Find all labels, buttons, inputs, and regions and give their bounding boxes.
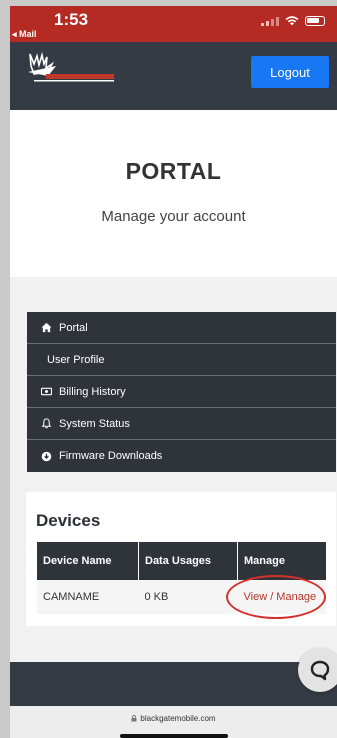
wifi-icon <box>285 16 299 26</box>
bell-icon <box>41 418 52 429</box>
phone-screen: 1:53 ◂ Mail Logout PORTAL Manage your ac… <box>10 6 337 738</box>
browser-url-bar[interactable]: blackgatemobile.com <box>10 706 337 738</box>
lock-icon <box>131 715 137 722</box>
chat-button[interactable] <box>298 648 337 692</box>
table-header-row: Device Name Data Usages Manage <box>37 542 326 580</box>
devices-heading: Devices <box>36 511 101 530</box>
nav-item-label: Portal <box>59 321 88 334</box>
status-time: 1:53 <box>54 10 89 29</box>
home-icon <box>41 322 52 333</box>
nav-item-label: Firmware Downloads <box>59 450 163 462</box>
logout-button[interactable]: Logout <box>251 56 329 88</box>
view-manage-link[interactable]: View / Manage <box>244 591 317 603</box>
url-text: blackgatemobile.com <box>140 714 216 723</box>
account-nav: Portal User Profile Billing History Syst… <box>27 312 336 472</box>
devices-table: Device Name Data Usages Manage CAMNAME 0… <box>37 542 326 614</box>
table-row: CAMNAME 0 KB View / Manage <box>37 580 326 614</box>
manage-cell: View / Manage <box>237 580 326 614</box>
site-header: Logout <box>10 42 337 110</box>
url-display[interactable]: blackgatemobile.com <box>10 714 337 723</box>
data-usage-cell: 0 KB <box>138 580 238 614</box>
download-icon <box>41 451 52 461</box>
nav-item-user-profile[interactable]: User Profile <box>27 344 336 376</box>
battery-icon <box>305 16 325 26</box>
nav-item-label: Billing History <box>59 385 126 398</box>
nav-item-firmware-downloads[interactable]: Firmware Downloads <box>27 440 336 472</box>
home-indicator[interactable] <box>120 734 228 738</box>
nav-item-label: User Profile <box>47 353 105 366</box>
page-subtitle: Manage your account <box>101 208 246 225</box>
billing-icon <box>41 387 52 396</box>
back-to-mail-link[interactable]: ◂ Mail <box>12 29 37 40</box>
signal-icon <box>261 17 279 26</box>
status-bar: 1:53 ◂ Mail <box>10 6 337 42</box>
nav-item-label: System Status <box>59 417 130 430</box>
status-icons <box>261 16 325 26</box>
column-header-data-usages: Data Usages <box>138 542 238 580</box>
nav-item-billing-history[interactable]: Billing History <box>27 376 336 408</box>
page-title: PORTAL <box>125 158 222 184</box>
column-header-device-name: Device Name <box>37 542 139 580</box>
device-name-cell: CAMNAME <box>37 580 139 614</box>
nav-item-portal[interactable]: Portal <box>27 312 336 344</box>
hero-section: PORTAL Manage your account <box>10 110 337 277</box>
blackgate-logo[interactable] <box>26 50 118 84</box>
nav-item-system-status[interactable]: System Status <box>27 408 336 440</box>
devices-card: Devices Device Name Data Usages Manage C… <box>26 492 336 626</box>
column-header-manage: Manage <box>237 542 326 580</box>
chat-icon <box>310 660 330 681</box>
